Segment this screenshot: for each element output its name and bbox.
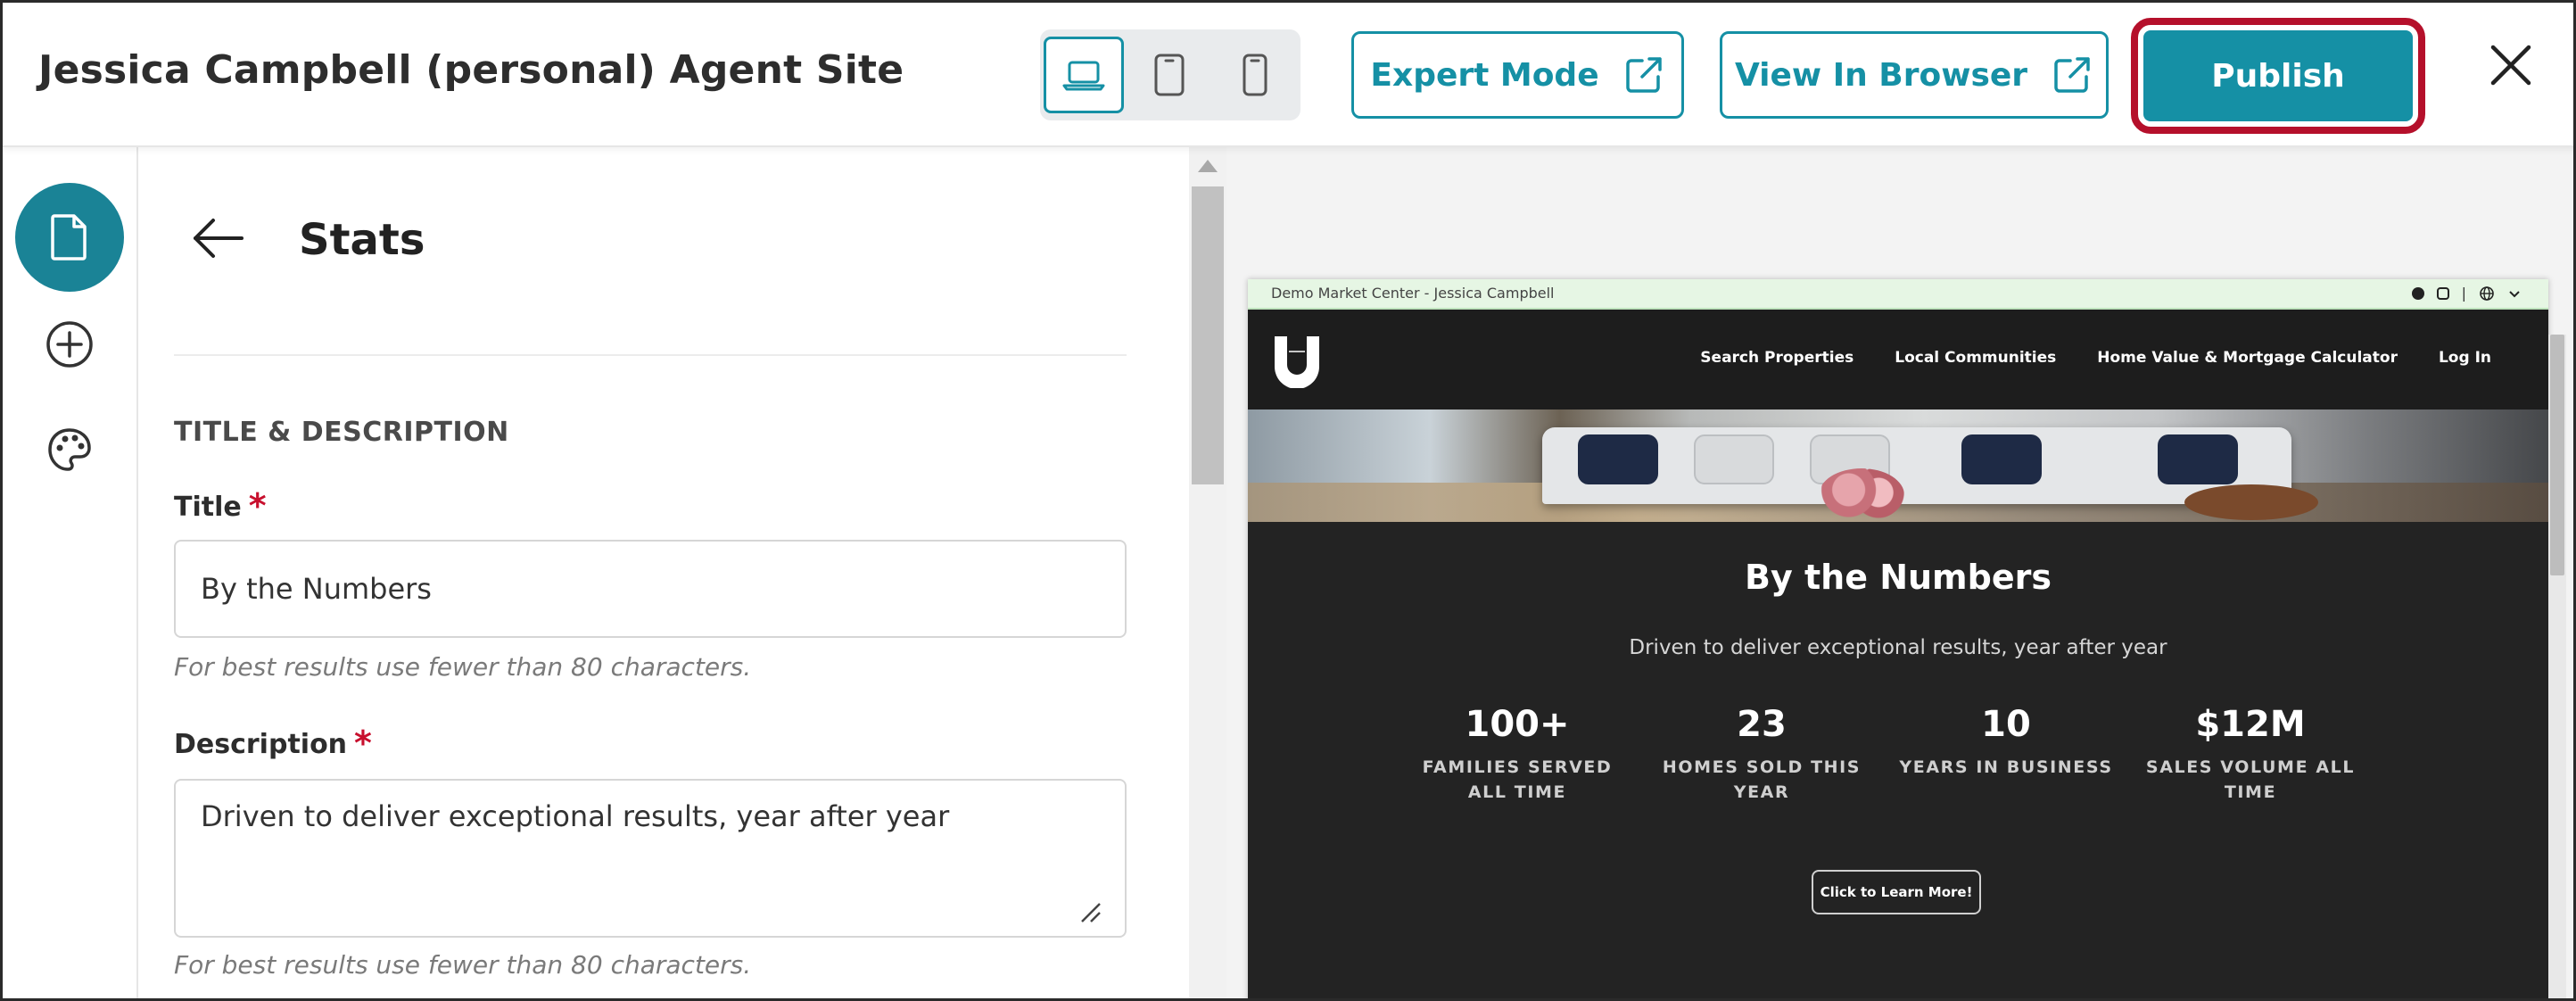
- tablet-icon: [1154, 54, 1185, 96]
- description-label-text: Description: [174, 729, 348, 760]
- stat-label: FAMILIES SERVED ALL TIME: [1422, 757, 1613, 802]
- rail-item-pages[interactable]: [15, 183, 124, 292]
- editor-panel: Stats TITLE & DESCRIPTION Title* For bes…: [138, 147, 1189, 998]
- nav-link-search-properties[interactable]: Search Properties: [1700, 349, 1854, 367]
- expert-mode-button[interactable]: Expert Mode: [1351, 31, 1684, 119]
- divider: [174, 354, 1127, 356]
- description-hint: For best results use fewer than 80 chara…: [174, 950, 752, 980]
- learn-more-button[interactable]: Click to Learn More!: [1812, 870, 1981, 914]
- nav-links: Search Properties Local Communities Home…: [1700, 349, 2491, 367]
- view-in-browser-button[interactable]: View In Browser: [1720, 31, 2109, 119]
- top-header: Jessica Campbell (personal) Agent Site E…: [3, 3, 2573, 147]
- device-tablet-button[interactable]: [1129, 37, 1210, 113]
- title-input[interactable]: [174, 540, 1127, 638]
- device-mobile-button[interactable]: [1215, 37, 1295, 113]
- mobile-icon: [1243, 54, 1267, 96]
- preview-scrollbar-thumb[interactable]: [2550, 335, 2564, 575]
- title-field-label: Title *: [174, 486, 267, 525]
- required-marker: *: [354, 724, 372, 763]
- description-field-label: Description *: [174, 724, 372, 763]
- description-textarea[interactable]: Driven to deliver exceptional results, y…: [174, 779, 1127, 938]
- stats-section: By the Numbers Driven to deliver excepti…: [1248, 522, 2548, 998]
- device-desktop-button[interactable]: [1044, 37, 1124, 113]
- globe-icon: [2480, 285, 2494, 301]
- view-in-browser-label: View In Browser: [1734, 56, 2028, 94]
- hero-flowers: [1819, 468, 1904, 522]
- page-icon: [51, 214, 87, 261]
- hero-side-table: [2184, 484, 2318, 520]
- resize-handle-icon[interactable]: [1077, 898, 1103, 925]
- hero-pillow: [2158, 434, 2238, 484]
- app-frame: Jessica Campbell (personal) Agent Site E…: [0, 0, 2576, 1001]
- plus-circle-icon: [46, 321, 93, 368]
- stat-label: YEARS IN BUSINESS: [1899, 757, 2113, 777]
- close-icon[interactable]: [2484, 38, 2538, 92]
- kw-logo-icon: [1275, 336, 1319, 388]
- external-link-icon: [1625, 57, 1662, 93]
- section-heading: TITLE & DESCRIPTION: [174, 417, 509, 448]
- external-link-icon: [2054, 57, 2090, 93]
- site-preview[interactable]: Demo Market Center - Jessica Campbell |: [1248, 279, 2548, 998]
- instagram-icon: [2436, 286, 2449, 300]
- stat-value: 100+: [1465, 704, 1570, 745]
- laptop-icon: [1062, 61, 1105, 91]
- stat-value: 23: [1737, 704, 1787, 745]
- title-hint: For best results use fewer than 80 chara…: [174, 652, 752, 682]
- scrollbar-thumb[interactable]: [1192, 186, 1224, 484]
- stat-label: HOMES SOLD THIS YEAR: [1662, 757, 1862, 802]
- chevron-down-icon: [2509, 290, 2520, 297]
- market-center-text: Demo Market Center - Jessica Campbell: [1271, 285, 1555, 302]
- publish-button[interactable]: Publish: [2143, 30, 2413, 121]
- rail-item-theme[interactable]: [42, 422, 97, 477]
- hero-sofa: [1542, 427, 2291, 504]
- back-arrow-icon[interactable]: [190, 217, 247, 260]
- stat-item: 100+ FAMILIES SERVED ALL TIME: [1401, 704, 1633, 805]
- preview-area: Demo Market Center - Jessica Campbell |: [1226, 147, 2573, 998]
- hero-pillow: [1578, 434, 1658, 484]
- topbar-separator: |: [2461, 285, 2466, 302]
- left-icon-rail: [3, 147, 138, 998]
- site-title: Jessica Campbell (personal) Agent Site: [38, 47, 904, 93]
- title-label-text: Title: [174, 492, 242, 523]
- topbar-icons: |: [2411, 285, 2522, 302]
- hero-pillow: [1961, 434, 2042, 484]
- preview-nav: Search Properties Local Communities Home…: [1248, 310, 2548, 410]
- preview-topbar: Demo Market Center - Jessica Campbell |: [1248, 279, 2548, 310]
- palette-icon: [48, 428, 91, 471]
- required-marker: *: [248, 486, 267, 525]
- nav-link-home-value[interactable]: Home Value & Mortgage Calculator: [2097, 349, 2398, 367]
- editor-scrollbar[interactable]: [1189, 147, 1226, 998]
- facebook-icon: [2411, 286, 2424, 300]
- device-toggle-group: [1040, 29, 1300, 120]
- expert-mode-label: Expert Mode: [1370, 56, 1599, 94]
- hero-image: [1248, 410, 2548, 522]
- panel-title: Stats: [299, 215, 425, 265]
- nav-link-local-communities[interactable]: Local Communities: [1895, 349, 2056, 367]
- hero-pillow: [1694, 434, 1774, 484]
- stats-description: Driven to deliver exceptional results, y…: [1629, 636, 2167, 659]
- stat-item: 23 HOMES SOLD THIS YEAR: [1646, 704, 1878, 805]
- stat-item: $12M SALES VOLUME ALL TIME: [2134, 704, 2366, 805]
- stat-item: 10 YEARS IN BUSINESS: [1890, 704, 2122, 781]
- stat-value: $12M: [2195, 704, 2306, 745]
- rail-item-add[interactable]: [42, 317, 97, 372]
- stat-label: SALES VOLUME ALL TIME: [2145, 757, 2356, 802]
- scroll-up-arrow-icon[interactable]: [1198, 160, 1218, 172]
- nav-link-log-in[interactable]: Log In: [2439, 349, 2491, 367]
- stat-value: 10: [1981, 704, 2031, 745]
- preview-scrollbar[interactable]: [2548, 335, 2566, 998]
- stats-title: By the Numbers: [1745, 558, 2052, 597]
